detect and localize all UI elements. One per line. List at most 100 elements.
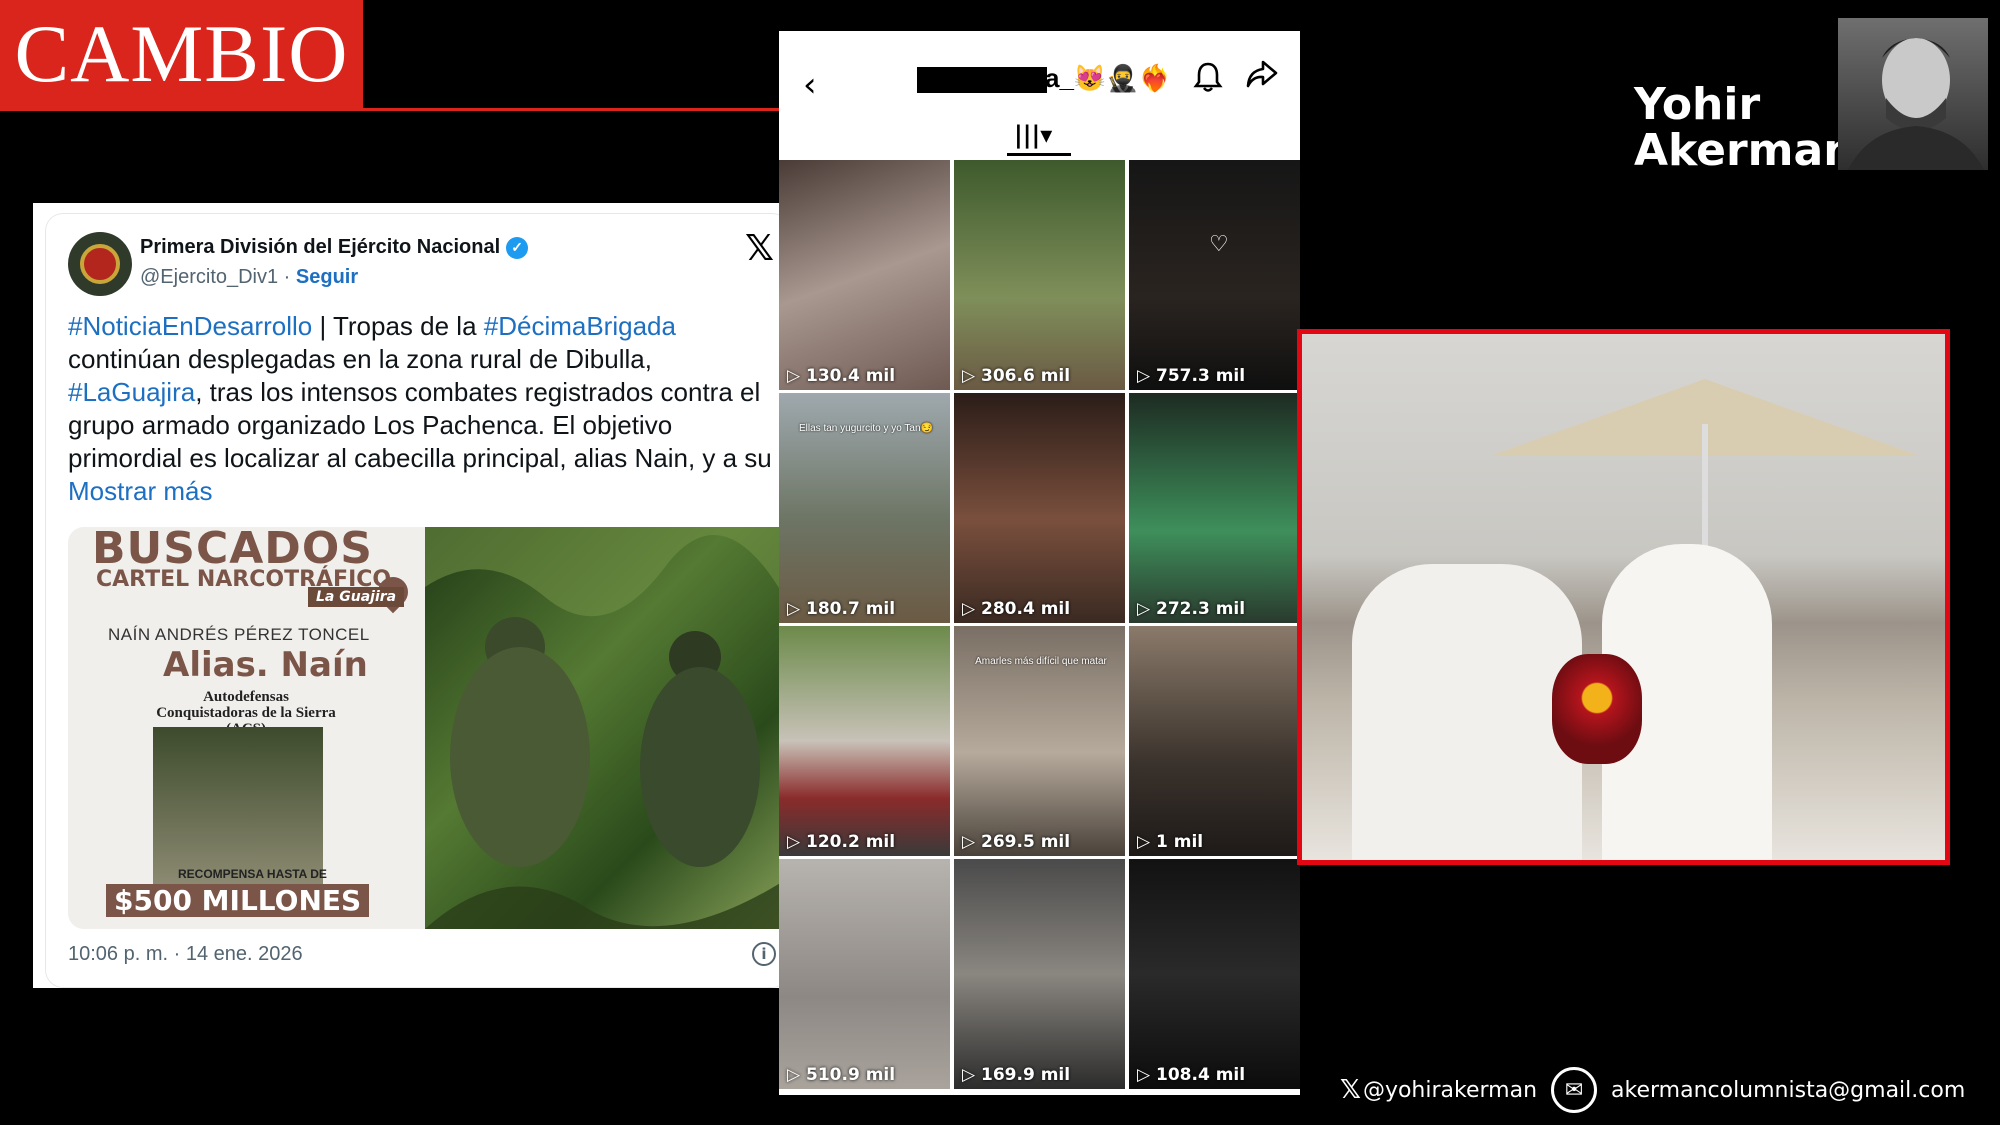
play-icon: ▷ (962, 599, 981, 619)
bouquet (1552, 654, 1642, 764)
video-thumbnail[interactable]: ▷ 169.9 mil (954, 859, 1125, 1089)
view-count-text: 108.4 mil (1156, 1065, 1246, 1085)
brand-rule (0, 108, 780, 111)
brand-name: CAMBIO (14, 8, 349, 99)
tweet-timestamp: 10:06 p. m. · 14 ene. 2026 (68, 943, 303, 965)
video-thumbnail[interactable]: Ellas tan yugurcito y yo Tan😏 ▷ 180.7 mil (779, 393, 950, 623)
profile-username: a_😻🥷❤️‍🔥 (1045, 63, 1172, 93)
account-avatar[interactable] (68, 232, 132, 296)
follow-button[interactable]: Seguir (296, 266, 358, 288)
poster-reward-amount: $500 MILLONES (106, 884, 370, 917)
redacted-username (917, 67, 1047, 93)
play-icon: ▷ (787, 1065, 806, 1085)
soldiers-photo (425, 527, 790, 929)
view-count: ▷ 280.4 mil (962, 599, 1070, 619)
account-name[interactable]: Primera División del Ejército Nacional ✓ (140, 236, 529, 259)
hashtag-link[interactable]: #DécimaBrigada (484, 311, 676, 341)
footer-x-handle[interactable]: @yohirakerman (1363, 1078, 1537, 1103)
author-first-name: Yohir (1634, 79, 1761, 130)
view-count: ▷ 120.2 mil (787, 832, 895, 852)
footer-email[interactable]: akermancolumnista@gmail.com (1611, 1078, 1965, 1103)
wanted-poster: BUSCADOS CARTEL NARCOTRÁFICO La Guajira … (68, 527, 425, 929)
author-photo (1838, 18, 1988, 170)
verified-badge-icon: ✓ (506, 236, 529, 259)
view-count-text: 280.4 mil (981, 599, 1071, 619)
view-count: ▷ 306.6 mil (962, 366, 1070, 386)
view-count-text: 306.6 mil (981, 366, 1071, 386)
video-grid: ▷ 130.4 mil ▷ 306.6 mil ♡ ▷ 757.3 mil Ellas … (779, 160, 1300, 1095)
poster-reward-label: RECOMPENSA HASTA DE (178, 867, 327, 881)
video-caption: Amarles más difícil que matar (975, 656, 1107, 667)
tweet-text-segment: | Tropas de la (312, 311, 484, 341)
hashtag-link[interactable]: #LaGuajira (68, 377, 195, 407)
video-caption: Ellas tan yugurcito y yo Tan😏 (799, 423, 933, 434)
man-figure (1352, 564, 1582, 860)
video-thumbnail[interactable]: ▷ 108.4 mil (1129, 859, 1300, 1089)
view-count: ▷ 1 mil (1137, 832, 1203, 852)
video-thumbnail[interactable]: ▷ 280.4 mil (954, 393, 1125, 623)
video-thumbnail[interactable]: ▷ 272.3 mil (1129, 393, 1300, 623)
tweet-text-segment: continúan desplegadas en la zona rural d… (68, 344, 652, 374)
view-count-text: 169.9 mil (981, 1065, 1071, 1085)
view-count-text: 272.3 mil (1156, 599, 1246, 619)
emblem-icon (80, 244, 120, 284)
play-icon: ▷ (1137, 599, 1156, 619)
video-thumbnail[interactable]: ▷ 1 mil (1129, 626, 1300, 856)
view-count-text: 180.7 mil (806, 599, 896, 619)
view-count: ▷ 169.9 mil (962, 1065, 1070, 1085)
play-icon: ▷ (962, 832, 981, 852)
account-handle: @Ejercito_Div1 · Seguir (140, 266, 358, 289)
brand-logo: CAMBIO (0, 0, 363, 108)
back-arrow-icon[interactable]: ‹ (803, 65, 817, 105)
play-icon: ▷ (962, 1065, 981, 1085)
footer-contacts: 𝕏 @yohirakerman ✉ akermancolumnista@gmai… (1340, 1067, 1980, 1113)
hashtag-link[interactable]: Mostrar más (68, 476, 212, 506)
videos-tab-icon[interactable]: |||▾ (1014, 121, 1052, 149)
suspect-photo (153, 727, 323, 887)
poster-full-name: NAÍN ANDRÉS PÉREZ TONCEL (108, 625, 370, 644)
play-icon: ▷ (787, 366, 806, 386)
view-count-text: 269.5 mil (981, 832, 1071, 852)
poster-alias: Alias. Naín (163, 645, 368, 685)
handle-separator: · (278, 266, 296, 288)
tweet-media[interactable]: BUSCADOS CARTEL NARCOTRÁFICO La Guajira … (68, 527, 790, 929)
poster-region: La Guajira (308, 587, 405, 607)
soldiers-illustration-icon (425, 527, 790, 929)
tiktok-profile-screenshot: ‹ a_😻🥷❤️‍🔥 |||▾ ▷ 130.4 mil ▷ 306.6 mil ♡ ▷… (779, 31, 1300, 1095)
video-thumbnail[interactable]: ▷ 510.9 mil (779, 859, 950, 1089)
view-count-text: 130.4 mil (806, 366, 896, 386)
video-thumbnail[interactable]: ▷ 120.2 mil (779, 626, 950, 856)
play-icon: ▷ (1137, 1065, 1156, 1085)
view-count-text: 1 mil (1156, 832, 1204, 852)
play-icon: ▷ (787, 832, 806, 852)
x-logo-icon[interactable]: 𝕏 (745, 228, 774, 269)
play-icon: ▷ (787, 599, 806, 619)
video-thumbnail[interactable]: ▷ 130.4 mil (779, 160, 950, 390)
tab-indicator (1007, 153, 1071, 156)
bell-icon[interactable] (1193, 61, 1223, 101)
play-icon: ▷ (1137, 366, 1156, 386)
view-count-text: 510.9 mil (806, 1065, 896, 1085)
view-count: ▷ 108.4 mil (1137, 1065, 1245, 1085)
video-thumbnail[interactable]: Amarles más difícil que matar ▷ 269.5 mil (954, 626, 1125, 856)
heart-icon: ♡ (1209, 232, 1229, 257)
author-name: Yohir Akerman (1634, 82, 1855, 174)
tweet-text: #NoticiaEnDesarrollo | Tropas de la #Déc… (68, 310, 773, 508)
view-count: ▷ 510.9 mil (787, 1065, 895, 1085)
share-icon[interactable] (1245, 59, 1279, 97)
video-thumbnail[interactable]: ▷ 306.6 mil (954, 160, 1125, 390)
view-count: ▷ 757.3 mil (1137, 366, 1245, 386)
info-icon[interactable]: i (752, 942, 776, 966)
author-last-name: Akerman (1634, 125, 1855, 176)
view-count-text: 757.3 mil (1156, 366, 1246, 386)
view-count-text: 120.2 mil (806, 832, 896, 852)
hashtag-link[interactable]: #NoticiaEnDesarrollo (68, 311, 312, 341)
account-name-text: Primera División del Ejército Nacional (140, 236, 501, 258)
slide: CAMBIO Yohir Akerman Primera División de… (0, 0, 2000, 1125)
view-count: ▷ 272.3 mil (1137, 599, 1245, 619)
handle-text: @Ejercito_Div1 (140, 266, 279, 288)
mail-icon: ✉ (1551, 1067, 1598, 1113)
author-portrait-icon (1848, 38, 1984, 170)
view-count: ▷ 269.5 mil (962, 832, 1070, 852)
video-thumbnail[interactable]: ♡ ▷ 757.3 mil (1129, 160, 1300, 390)
